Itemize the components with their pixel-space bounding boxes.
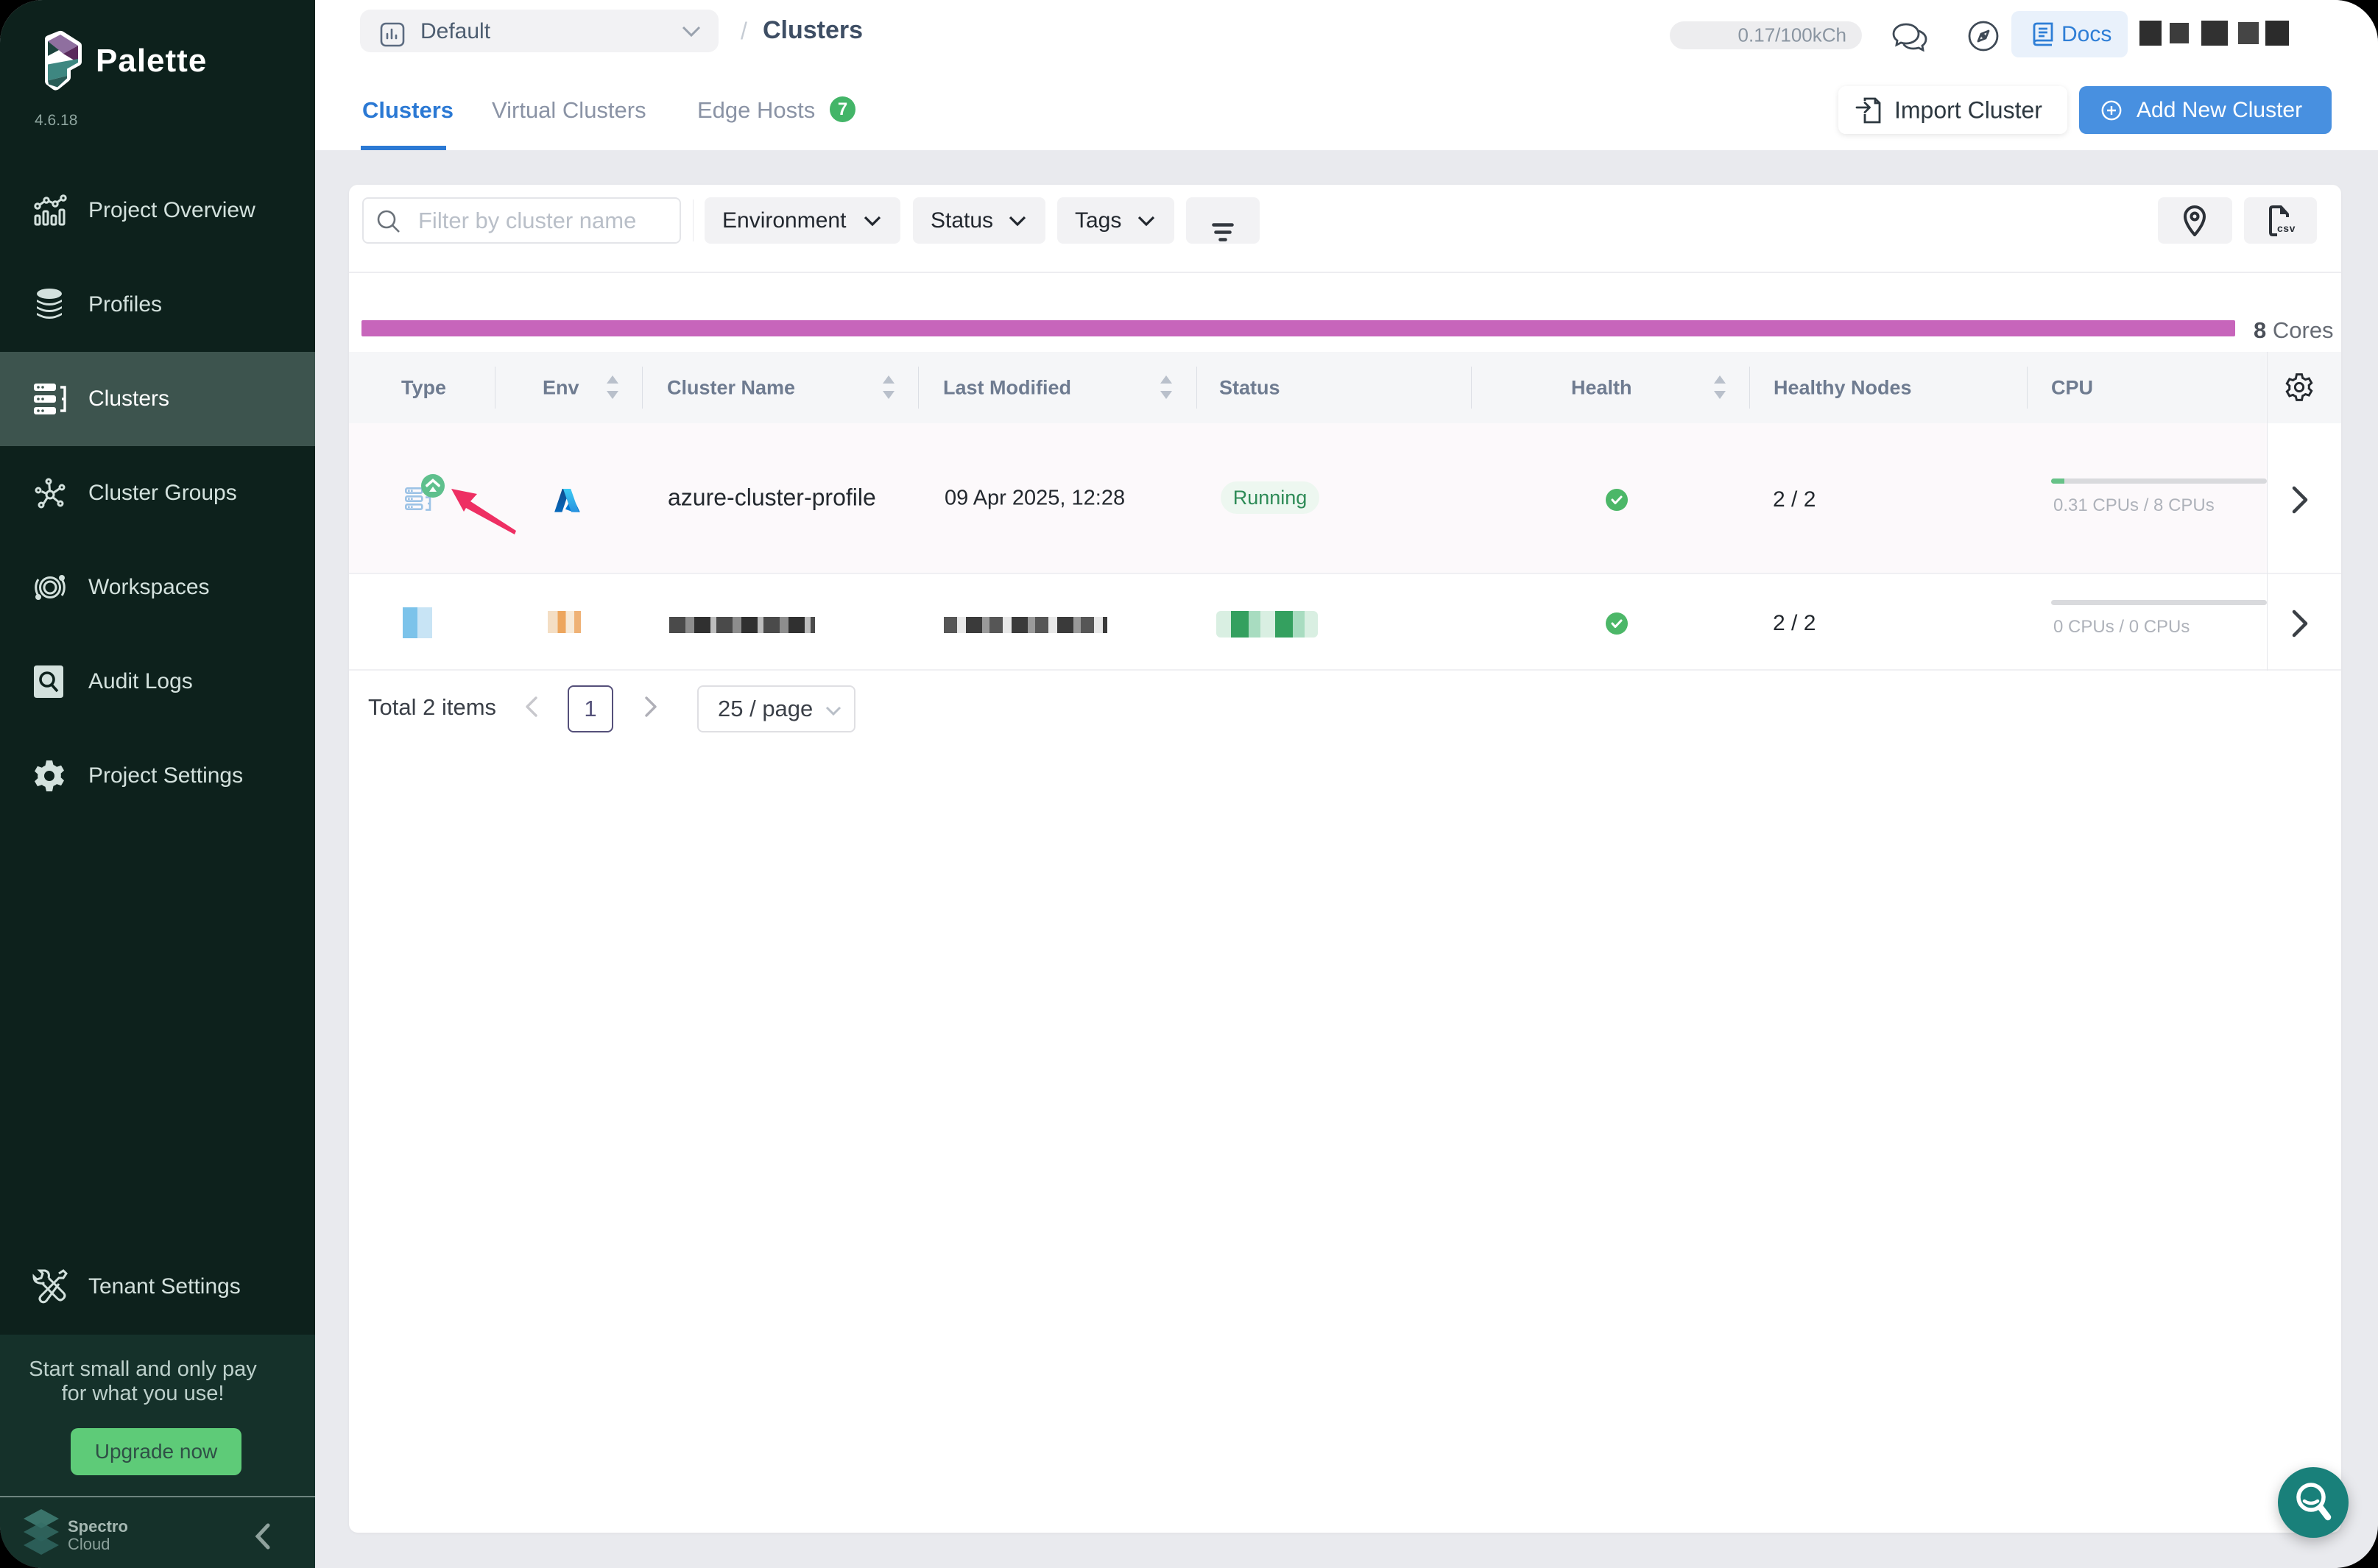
svg-text:csv: csv <box>2277 222 2296 234</box>
